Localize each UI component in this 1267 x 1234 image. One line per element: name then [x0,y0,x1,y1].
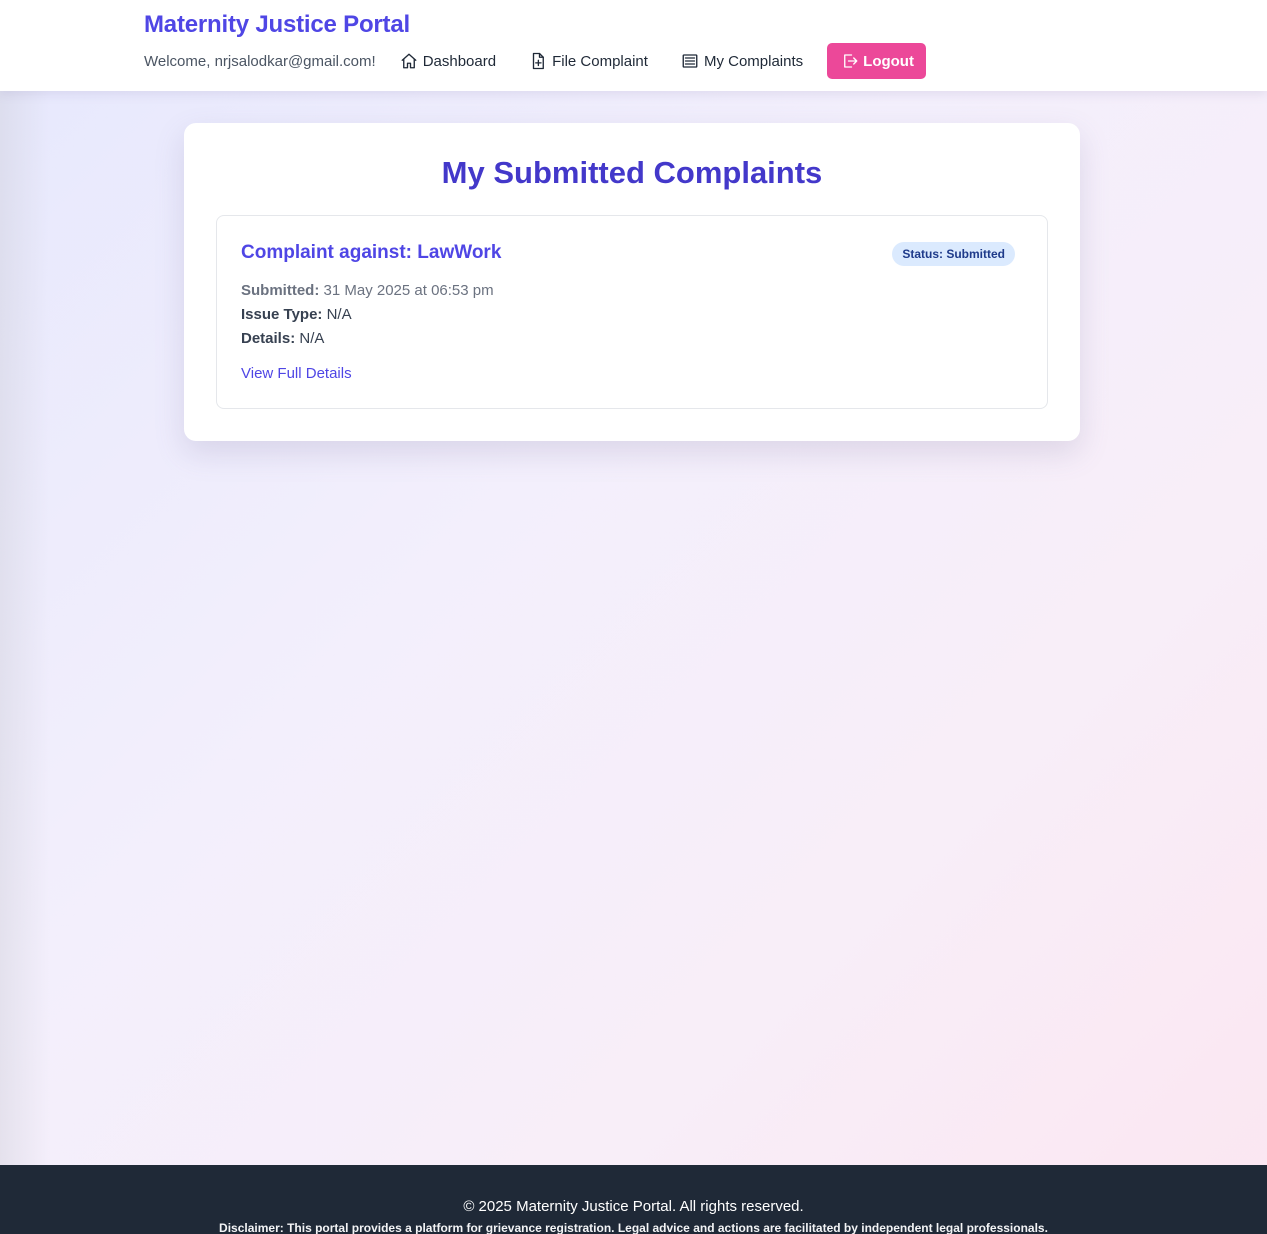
complaints-card: My Submitted Complaints Complaint agains… [184,123,1080,441]
nav-file-complaint[interactable]: File Complaint [529,52,648,70]
nav-my-complaints[interactable]: My Complaints [681,52,803,70]
issue-type-row: Issue Type: N/A [241,306,352,323]
issue-type-label: Issue Type: [241,306,327,323]
complaint-title: Complaint against: LawWork [241,242,502,263]
nav-dashboard-label: Dashboard [422,52,497,70]
nav-dashboard[interactable]: Dashboard [400,52,496,70]
logout-button[interactable]: Logout [827,43,926,79]
list-icon [681,52,699,70]
main-nav: Welcome, nrjsalodkar@gmail.com! Dashboar… [144,43,926,79]
nav-file-complaint-label: File Complaint [552,52,648,70]
logout-label: Logout [863,52,914,70]
file-plus-icon [529,52,547,70]
nav-my-complaints-label: My Complaints [703,52,804,70]
welcome-text: Welcome, nrjsalodkar@gmail.com! [144,52,376,70]
details-value: N/A [299,330,325,347]
submitted-value: 31 May 2025 at 06:53 pm [323,282,494,299]
page-footer: © 2025 Maternity Justice Portal. All rig… [0,1165,1267,1234]
home-icon [400,52,418,70]
details-row: Details: N/A [241,330,324,347]
submitted-label: Submitted: [241,282,324,299]
status-badge: Status: Submitted [892,242,1015,266]
top-header: Maternity Justice Portal Welcome, nrjsal… [0,0,1267,91]
details-label: Details: [241,330,300,347]
complaint-item: Complaint against: LawWork Status: Submi… [216,215,1048,409]
page-title: My Submitted Complaints [441,155,823,190]
submitted-row: Submitted: 31 May 2025 at 06:53 pm [241,282,494,299]
footer-copyright: © 2025 Maternity Justice Portal. All rig… [463,1198,804,1215]
footer-disclaimer: Disclaimer: This portal provides a platf… [219,1221,1048,1234]
view-full-details-link[interactable]: View Full Details [241,365,352,382]
logout-icon [841,52,859,70]
brand-title[interactable]: Maternity Justice Portal [144,11,410,39]
issue-type-value: N/A [326,306,352,323]
